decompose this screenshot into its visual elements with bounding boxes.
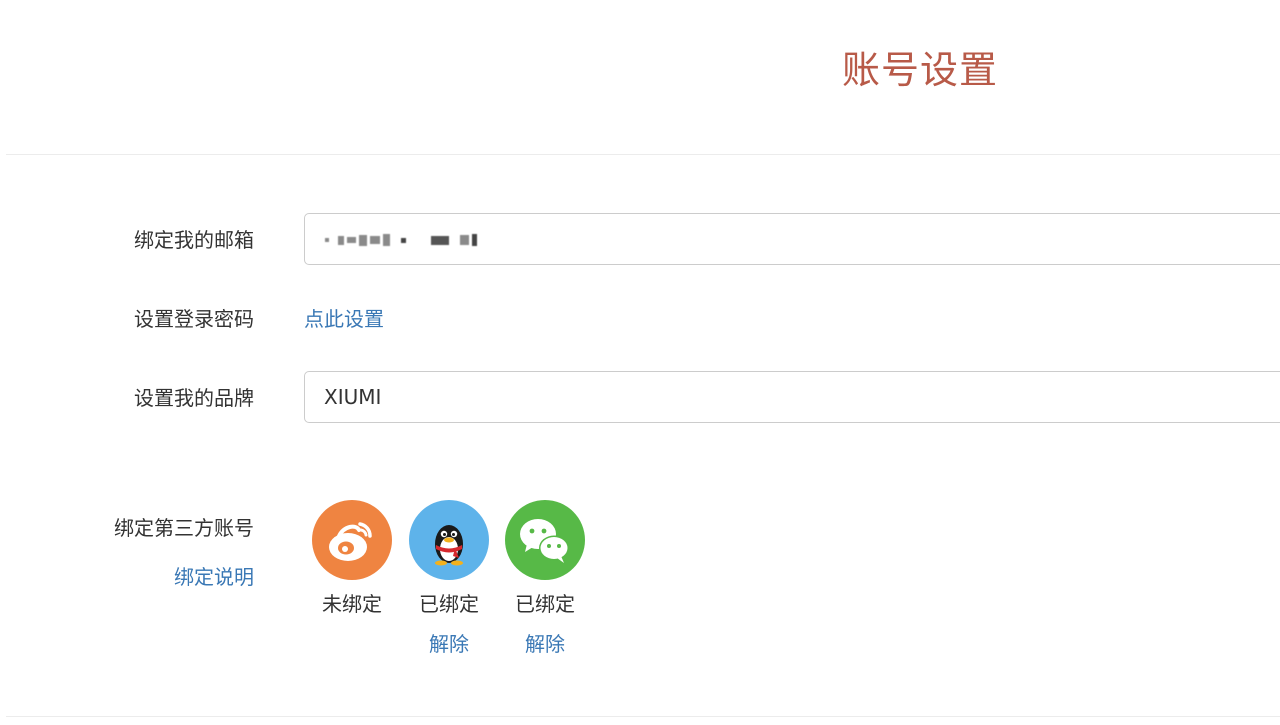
qq-unbind-link[interactable]: 解除 bbox=[409, 630, 489, 658]
header-divider bbox=[6, 154, 1280, 155]
weibo-status: 未绑定 bbox=[322, 592, 382, 616]
binding-help-link[interactable]: 绑定说明 bbox=[174, 563, 254, 591]
email-label: 绑定我的邮箱 bbox=[134, 228, 254, 252]
wechat-icon[interactable] bbox=[505, 500, 585, 580]
set-password-link[interactable]: 点此设置 bbox=[304, 305, 384, 333]
wechat-account: 已绑定 解除 bbox=[505, 500, 585, 658]
qq-account: 已绑定 解除 bbox=[409, 500, 489, 658]
footer-divider bbox=[6, 716, 1280, 717]
qq-status: 已绑定 bbox=[419, 592, 479, 616]
email-value-redacted bbox=[325, 228, 477, 252]
account-settings-page: 账号设置 绑定我的邮箱 设置登录密码 点此设置 设置我的品牌 绑定第三方账号 绑… bbox=[0, 0, 1280, 725]
wechat-unbind-link[interactable]: 解除 bbox=[505, 630, 585, 658]
weibo-icon[interactable] bbox=[312, 500, 392, 580]
brand-field[interactable] bbox=[304, 371, 1280, 423]
password-label: 设置登录密码 bbox=[134, 307, 254, 331]
third-party-label: 绑定第三方账号 bbox=[114, 516, 254, 540]
brand-label: 设置我的品牌 bbox=[134, 386, 254, 410]
wechat-status: 已绑定 bbox=[515, 592, 575, 616]
qq-icon[interactable] bbox=[409, 500, 489, 580]
page-title: 账号设置 bbox=[842, 48, 999, 92]
weibo-account: 未绑定 bbox=[312, 500, 392, 618]
